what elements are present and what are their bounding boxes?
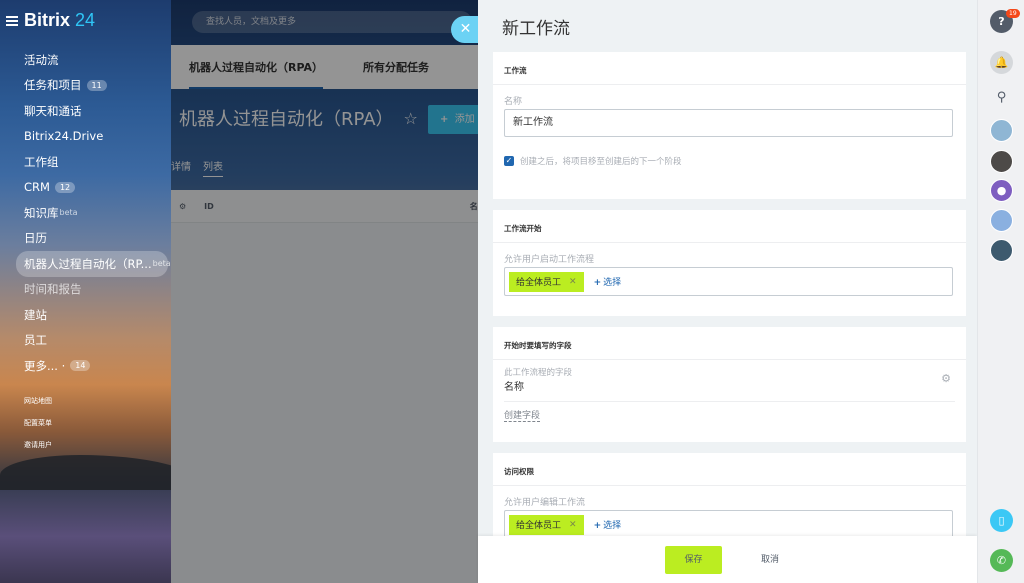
dim-overlay[interactable]: [171, 0, 478, 583]
name-label: 名称: [504, 97, 523, 107]
counter-badge: 14: [70, 360, 91, 372]
panel-title: 新工作流: [502, 19, 570, 39]
section-title: 开始时要填写的字段: [493, 327, 966, 360]
all-employees-chip: 给全体员工 ✕: [509, 271, 584, 292]
menu-item-more[interactable]: 更多... · 14: [16, 353, 168, 379]
menu-item-workgroups[interactable]: 工作组: [16, 149, 168, 175]
device-icon[interactable]: ▯: [990, 509, 1013, 532]
save-button[interactable]: 保存: [665, 546, 722, 574]
menu-item-tasks[interactable]: 任务和项目 11: [16, 73, 168, 99]
choose-link[interactable]: + 选择: [594, 518, 622, 531]
remove-chip-icon[interactable]: ✕: [569, 520, 577, 530]
workflow-fields-label: 此工作流程的字段: [504, 368, 573, 378]
menu-item-rpa[interactable]: 机器人过程自动化（RP... beta: [16, 251, 171, 277]
left-menu: 活动流 任务和项目 11 聊天和通话 Bitrix24.Drive 工作组 CRM…: [16, 47, 171, 379]
invite-users-link[interactable]: 邀请用户: [24, 440, 52, 462]
field-name: 名称: [504, 382, 524, 393]
menu-item-employees[interactable]: 员工: [16, 328, 168, 354]
right-sidebar: ? 19 🔔 ⚲ ● ▯ ✆: [977, 0, 1024, 583]
cancel-button[interactable]: 取消: [750, 546, 790, 574]
brand-logo[interactable]: Bitrix 24: [24, 10, 95, 31]
sitemap-link[interactable]: 网站地图: [24, 396, 52, 418]
edit-permission-label: 允许用户编辑工作流: [504, 498, 586, 508]
start-permission-label: 允许用户启动工作流程: [504, 255, 595, 265]
section-title: 工作流: [493, 52, 966, 85]
menu-item-calendar[interactable]: 日历: [16, 226, 168, 252]
menu-item-sites[interactable]: 建站: [16, 302, 168, 328]
choose-link[interactable]: + 选择: [594, 275, 622, 288]
counter-badge: 12: [54, 181, 76, 193]
all-employees-chip: 给全体员工 ✕: [509, 514, 584, 535]
close-icon: ✕: [459, 21, 472, 37]
menu-item-crm[interactable]: CRM 12: [16, 175, 168, 201]
menu-small-links: 网站地图 配置菜单 邀请用户: [24, 396, 52, 462]
edit-permission-selector: 给全体员工 ✕ + 选择: [504, 510, 953, 539]
start-fields-section: 开始时要填写的字段 此工作流程的字段 名称 ⚙ 创建字段: [493, 327, 966, 442]
phone-call-icon[interactable]: ✆: [990, 549, 1013, 572]
bell-icon[interactable]: 🔔: [990, 51, 1013, 74]
field-settings-gear-icon[interactable]: ⚙: [941, 372, 951, 385]
workflow-name-input[interactable]: 新工作流: [504, 109, 953, 137]
menu-burger-icon[interactable]: [6, 15, 18, 26]
remove-chip-icon[interactable]: ✕: [569, 277, 577, 287]
menu-item-time-reports[interactable]: 时间和报告: [16, 277, 168, 303]
avatar[interactable]: [990, 150, 1013, 173]
divider: [504, 401, 955, 402]
access-section: 访问权限 允许用户编辑工作流 给全体员工 ✕ + 选择: [493, 453, 966, 543]
menu-item-chat[interactable]: 聊天和通话: [16, 98, 168, 124]
close-slider-button[interactable]: ✕: [451, 16, 478, 43]
create-field-link[interactable]: 创建字段: [504, 408, 541, 422]
counter-badge: 11: [86, 79, 107, 91]
section-title: 工作流开始: [493, 210, 966, 243]
help-counter-badge: 19: [1006, 9, 1020, 18]
menu-item-activity-stream[interactable]: 活动流: [16, 47, 168, 73]
menu-item-knowledge-base[interactable]: 知识库 beta: [16, 200, 168, 226]
move-to-next-stage-label: 创建之后，将项目移至创建后的下一个阶段: [520, 157, 682, 167]
menu-item-drive[interactable]: Bitrix24.Drive: [16, 124, 168, 150]
configure-menu-link[interactable]: 配置菜单: [24, 418, 52, 440]
new-workflow-panel: 新工作流 工作流 名称 新工作流 ✓ 创建之后，将项目移至创建后的下一个阶段 工…: [478, 0, 977, 583]
section-title: 访问权限: [493, 453, 966, 486]
avatar[interactable]: ●: [990, 179, 1013, 202]
panel-footer: 保存 取消: [478, 536, 977, 583]
move-to-next-stage-checkbox[interactable]: ✓: [504, 156, 514, 166]
start-permission-selector: 给全体员工 ✕ + 选择: [504, 267, 953, 296]
background-field: [0, 490, 200, 583]
workflow-start-section: 工作流开始 允许用户启动工作流程 给全体员工 ✕ + 选择: [493, 210, 966, 316]
workflow-section: 工作流 名称 新工作流 ✓ 创建之后，将项目移至创建后的下一个阶段: [493, 52, 966, 199]
menu-header: Bitrix 24: [6, 10, 95, 31]
avatar[interactable]: [990, 119, 1013, 142]
avatar[interactable]: [990, 239, 1013, 262]
avatar[interactable]: [990, 209, 1013, 232]
search-icon[interactable]: ⚲: [990, 86, 1013, 109]
